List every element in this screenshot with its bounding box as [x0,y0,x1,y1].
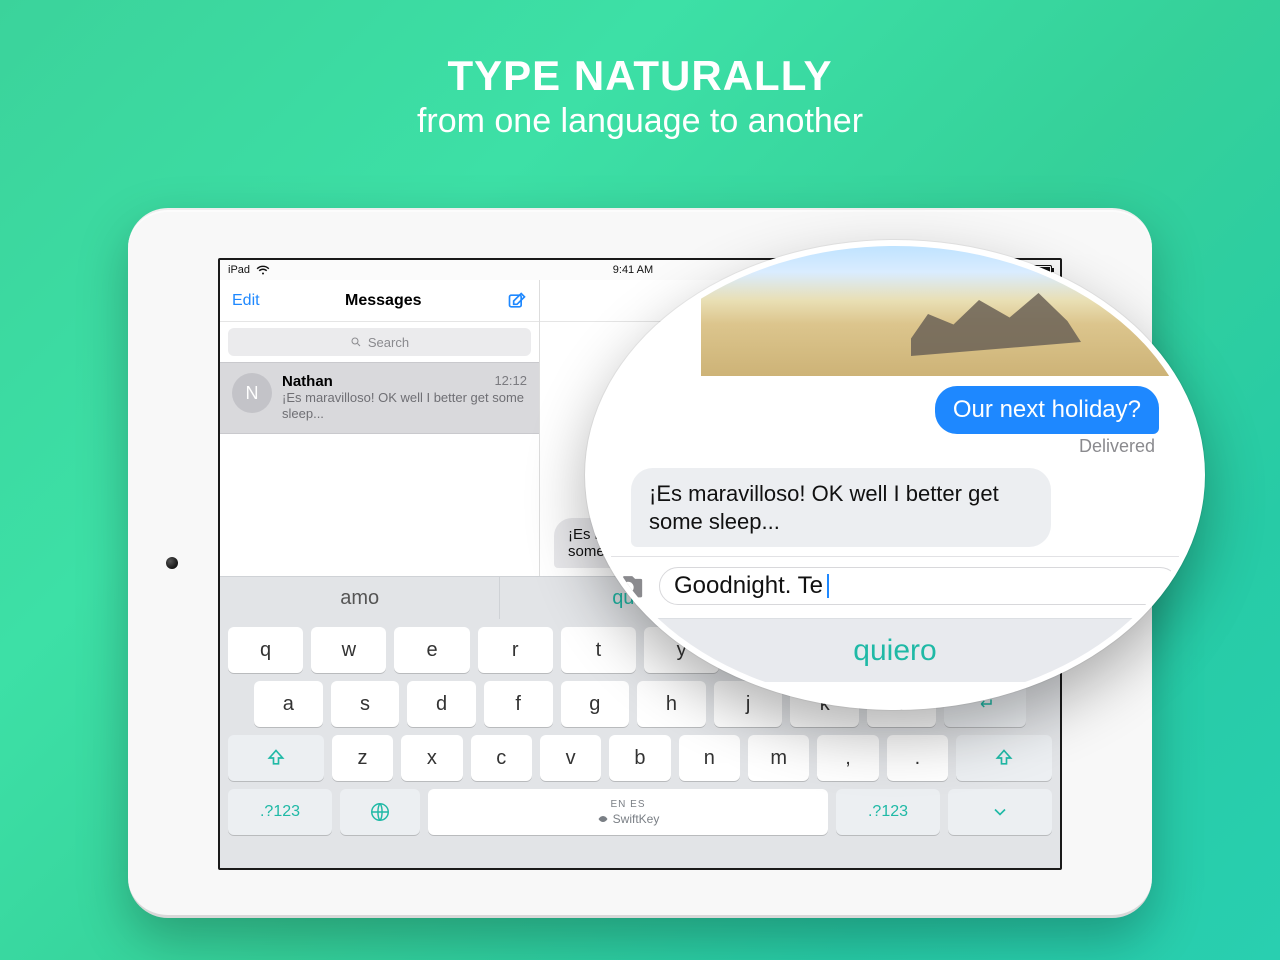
key-e[interactable]: e [394,627,469,673]
zoom-magnifier: Our next holiday? Delivered ¡Es maravill… [585,240,1205,710]
promo-headline: TYPE NATURALLY from one language to anot… [0,0,1280,141]
globe-icon [369,801,391,823]
key-s[interactable]: s [331,681,400,727]
swiftkey-logo-icon [597,813,609,825]
key-m[interactable]: m [748,735,809,781]
zoom-sent-photo [701,246,1169,376]
edit-button[interactable]: Edit [232,292,260,310]
numbers-key[interactable]: .?123 [228,789,332,835]
key-.[interactable]: . [887,735,948,781]
avatar: N [232,373,272,413]
spacebar-key[interactable]: EN ES SwiftKey [428,789,828,835]
search-placeholder: Search [368,335,409,350]
conversation-item[interactable]: N Nathan 12:12 ¡Es maravilloso! OK well … [220,362,539,434]
wifi-icon [256,265,270,275]
chevron-down-icon [990,802,1010,822]
zoom-message-input: Goodnight. Te [659,567,1179,605]
key-x[interactable]: x [401,735,462,781]
promo-line2: from one language to another [0,102,1280,141]
conversation-preview: ¡Es maravilloso! OK well I better get so… [282,390,527,423]
key-c[interactable]: c [471,735,532,781]
promo-line1: TYPE NATURALLY [0,52,1280,100]
zoom-received-bubble: ¡Es maravilloso! OK well I better get so… [631,468,1051,547]
shift-icon [994,748,1014,768]
conversation-name: Nathan [282,373,333,390]
key-d[interactable]: d [407,681,476,727]
zoom-delivered-label: Delivered [1079,436,1155,457]
device-label: iPad [228,264,250,276]
sidebar-title: Messages [345,292,422,310]
key-r[interactable]: r [478,627,553,673]
key-f[interactable]: f [484,681,553,727]
key-w[interactable]: w [311,627,386,673]
zoom-suggestion: quiero [591,618,1199,682]
zoom-camera-icon [611,573,645,599]
key-n[interactable]: n [679,735,740,781]
zoom-sent-bubble: Our next holiday? [935,386,1159,434]
search-input[interactable]: Search [228,328,531,356]
key-b[interactable]: b [609,735,670,781]
compose-icon[interactable] [507,291,527,311]
search-icon [350,336,362,348]
zoom-text-caret [827,574,829,598]
conversation-time: 12:12 [494,373,527,390]
suggestion-1[interactable]: amo [220,577,499,619]
numbers-key-right[interactable]: .?123 [836,789,940,835]
key-a[interactable]: a [254,681,323,727]
shift-key[interactable] [228,735,324,781]
shift-key-right[interactable] [956,735,1052,781]
globe-key[interactable] [340,789,420,835]
key-z[interactable]: z [332,735,393,781]
shift-icon [266,748,286,768]
dismiss-keyboard-key[interactable] [948,789,1052,835]
key-,[interactable]: , [817,735,878,781]
key-v[interactable]: v [540,735,601,781]
key-q[interactable]: q [228,627,303,673]
camera-dot [166,557,178,569]
